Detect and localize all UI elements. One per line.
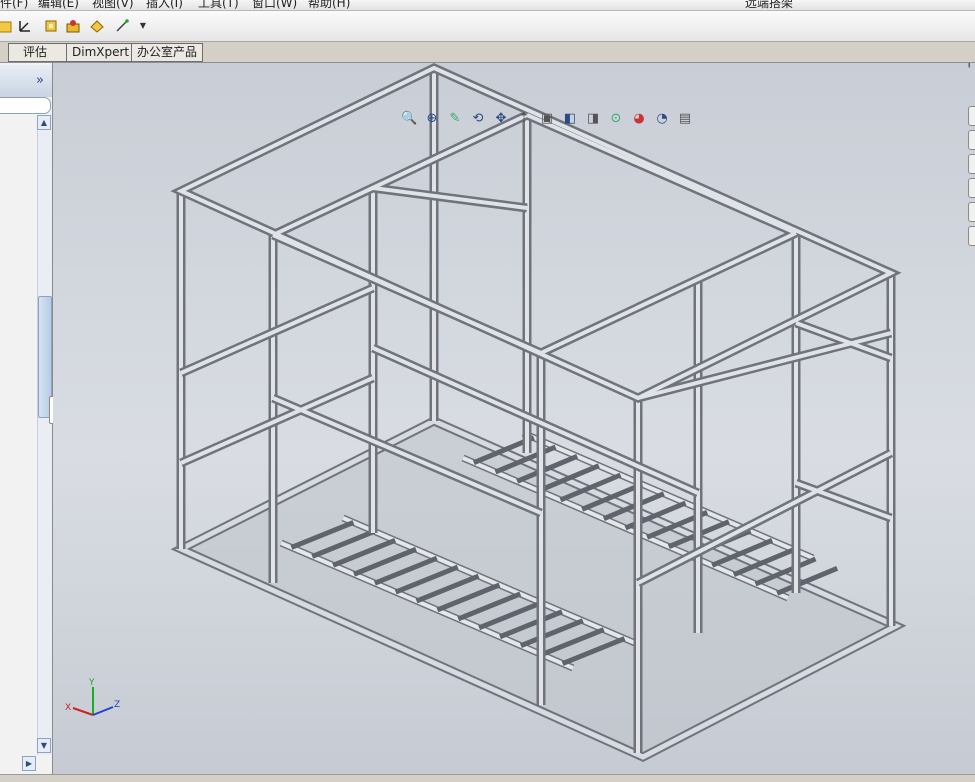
pan-icon[interactable]: ✥: [493, 111, 509, 127]
menu-window[interactable]: 窗口(W): [252, 0, 297, 10]
menu-tools[interactable]: 工具(T): [198, 0, 239, 10]
task-pane-explorer-icon[interactable]: [968, 154, 975, 174]
task-pane-properties-icon[interactable]: [968, 226, 975, 246]
task-pane-home-icon[interactable]: [968, 106, 975, 126]
hide-show-icon[interactable]: ⊙: [608, 111, 624, 127]
part-icon[interactable]: [42, 17, 60, 35]
feature-manager-panel: » ▲ ▼ ▶ ‹‹: [0, 63, 59, 774]
display-style-icon[interactable]: ◨: [585, 111, 601, 127]
minimize-icon[interactable]: –: [923, 63, 930, 68]
task-pane-palette-icon[interactable]: [968, 178, 975, 198]
window-title: 远端搭架: [745, 0, 794, 10]
sketch-icon[interactable]: [16, 17, 34, 35]
scene-icon[interactable]: ◔: [654, 111, 670, 127]
tab-dimxpert[interactable]: DimXpert: [66, 43, 136, 62]
frame-model[interactable]: [53, 63, 975, 774]
folder-icon[interactable]: [0, 17, 14, 35]
menu-file[interactable]: 件(F): [0, 0, 28, 10]
task-pane-library-icon[interactable]: [968, 130, 975, 150]
previous-view-icon[interactable]: ✎: [447, 111, 463, 127]
zoom-area-icon[interactable]: ⊕: [424, 111, 440, 127]
section-view-icon[interactable]: ▣: [539, 111, 555, 127]
chevron-down-icon[interactable]: ▼: [134, 17, 152, 35]
scroll-right-icon[interactable]: ▶: [22, 756, 36, 771]
task-pane-appearance-icon[interactable]: [968, 202, 975, 222]
panel-scrollbar[interactable]: [37, 115, 52, 755]
rotate-icon[interactable]: ⟲: [470, 111, 486, 127]
menu-view[interactable]: 视图(V): [92, 0, 134, 10]
graphics-area[interactable]: 🔍 ⊕ ✎ ⟲ ✥ ⇡ ▣ ◧ ◨ ⊙ ◕ ◔ ▤ – ❐ | Y X Z: [53, 63, 975, 774]
expand-panel-button[interactable]: »: [36, 73, 44, 88]
axis-z-label: Z: [114, 700, 120, 710]
command-manager-tabs: 评估 DimXpert 办公室产品: [0, 42, 975, 63]
view-orientation-icon[interactable]: ◧: [562, 111, 578, 127]
menu-edit[interactable]: 编辑(E): [38, 0, 79, 10]
orient-icon[interactable]: ⇡: [516, 111, 532, 127]
main-toolbar: ▼: [0, 11, 975, 42]
menu-help[interactable]: 帮助(H): [308, 0, 350, 10]
scroll-down-icon[interactable]: ▼: [37, 738, 51, 753]
tab-office-products[interactable]: 办公室产品: [131, 43, 204, 62]
reference-triad: Y X Z: [65, 678, 120, 716]
restore-icon[interactable]: ❐: [945, 63, 957, 66]
axis-y-label: Y: [88, 678, 95, 688]
smart-dimension-icon[interactable]: [114, 17, 132, 35]
zoom-to-fit-icon[interactable]: 🔍: [401, 111, 417, 127]
appearance-icon[interactable]: ◕: [631, 111, 647, 127]
scroll-up-icon[interactable]: ▲: [37, 115, 51, 130]
panel-filter-input[interactable]: [0, 97, 51, 114]
menu-bar: 件(F) 编辑(E) 视图(V) 插入(I) 工具(T) 窗口(W) 帮助(H)…: [0, 0, 975, 11]
panel-header: »: [0, 65, 52, 97]
assembly-icon[interactable]: [64, 17, 82, 35]
menu-insert[interactable]: 插入(I): [146, 0, 183, 10]
view-settings-icon[interactable]: ▤: [677, 111, 693, 127]
tab-evaluate[interactable]: 评估: [8, 43, 70, 62]
axis-x-label: X: [65, 703, 71, 713]
shaded-icon[interactable]: [88, 17, 106, 35]
vertical-divider-icon: |: [967, 63, 971, 68]
